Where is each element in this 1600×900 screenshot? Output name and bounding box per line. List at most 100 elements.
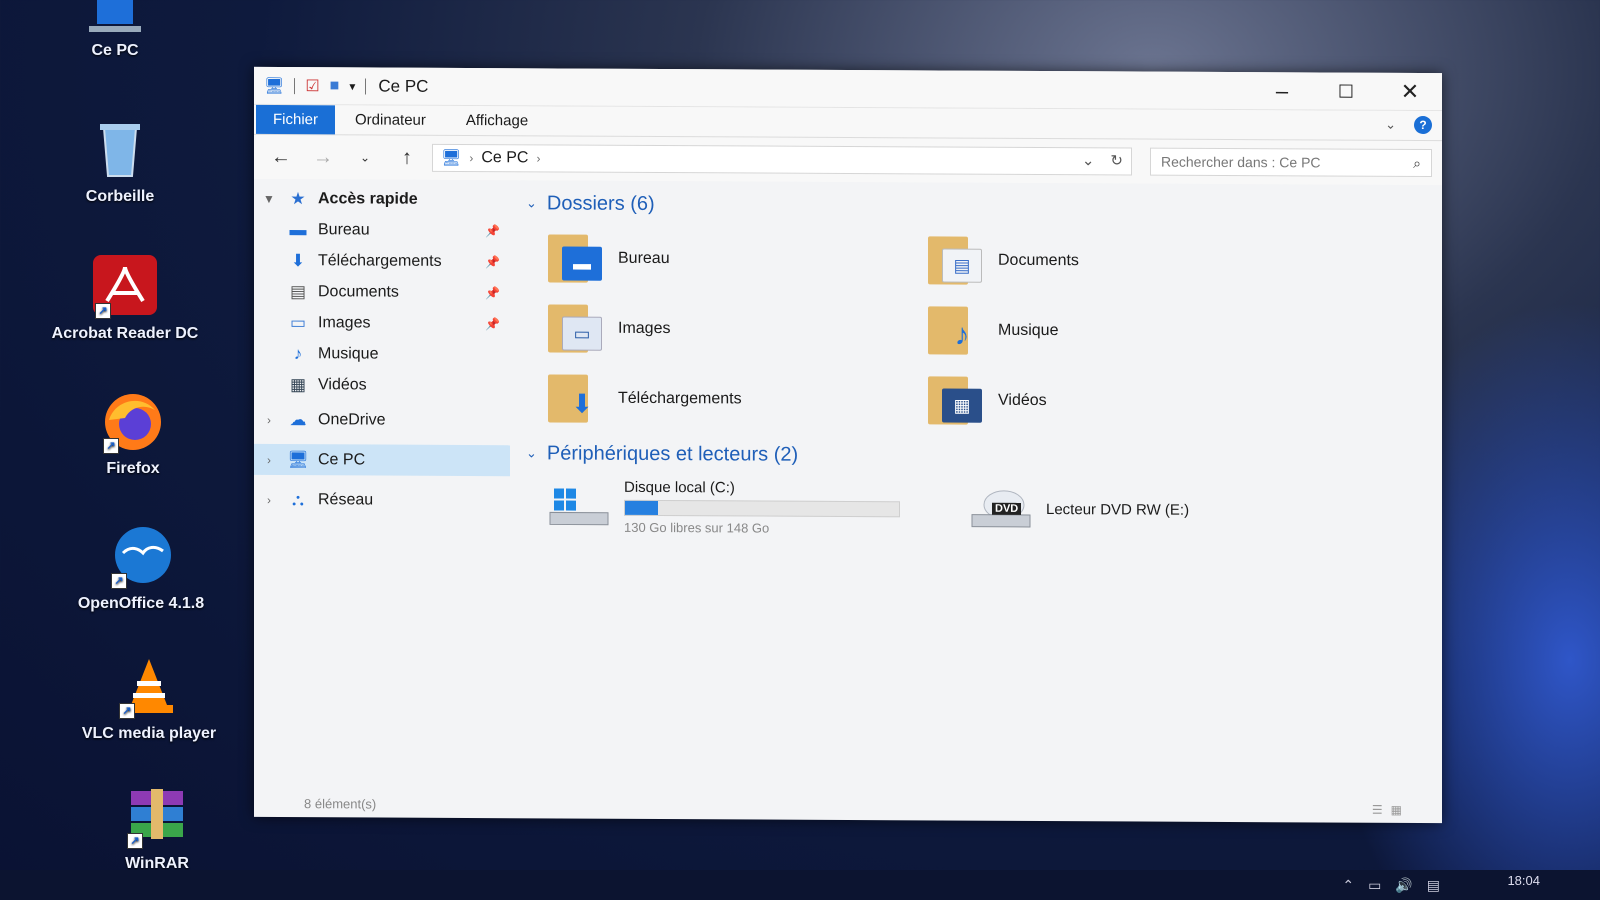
content-area: ▼ ★ Accès rapide ▬ Bureau 📌 ⬇ Télécharge… xyxy=(254,179,1442,783)
sidebar-item-label: Images xyxy=(318,313,371,331)
video-icon: ▦ xyxy=(928,376,984,425)
folder-tile-bureau[interactable]: ▬ Bureau xyxy=(548,230,928,288)
sidebar-item-label: Bureau xyxy=(318,220,370,238)
folder-tile-musique[interactable]: ♪ Musique xyxy=(928,302,1308,360)
clock[interactable]: 18:04 xyxy=(1507,873,1540,888)
ribbon-right: ⌄ ? xyxy=(1385,115,1432,135)
computer-icon: 🖥 xyxy=(287,449,309,469)
folder-tile-telechargements[interactable]: ⬇ Téléchargements xyxy=(548,370,928,428)
separator xyxy=(365,77,367,94)
desktop-icon-winrar[interactable]: ↗ WinRAR xyxy=(82,785,232,873)
drive-tile-e[interactable]: DVD Lecteur DVD RW (E:) xyxy=(970,481,1189,538)
main-pane: ⌄ Dossiers (6) ▬ Bureau ▤ Documents ▭ Im… xyxy=(512,180,1442,783)
refresh-icon[interactable]: ↻ xyxy=(1110,151,1123,169)
folder-tile-videos[interactable]: ▦ Vidéos xyxy=(928,372,1308,430)
group-header-folders[interactable]: ⌄ Dossiers (6) xyxy=(526,186,1442,225)
tile-label: Images xyxy=(618,319,671,338)
sidebar-item-documents[interactable]: ▤ Documents 📌 xyxy=(254,276,512,308)
desktop-icon-corbeille[interactable]: Corbeille xyxy=(45,118,195,206)
recent-locations-button[interactable]: ⌄ xyxy=(348,150,382,164)
chevron-right-icon[interactable]: › xyxy=(254,492,284,506)
tile-label: Vidéos xyxy=(998,391,1047,410)
tiles-view-icon[interactable]: ▦ xyxy=(1391,803,1402,817)
sidebar-item-reseau[interactable]: › ⛬ Réseau xyxy=(254,484,512,516)
drive-label: Lecteur DVD RW (E:) xyxy=(1046,500,1190,519)
folder-tile-documents[interactable]: ▤ Documents xyxy=(928,232,1308,290)
folder-tile-images[interactable]: ▭ Images xyxy=(548,300,928,358)
chevron-up-icon[interactable]: ⌃ xyxy=(1342,877,1354,894)
view-buttons: ☰ ▦ xyxy=(1372,803,1402,817)
desktop-icon-acrobat[interactable]: ↗ Acrobat Reader DC xyxy=(50,255,200,343)
network-icon[interactable]: ▭ xyxy=(1368,877,1381,894)
sidebar-item-bureau[interactable]: ▬ Bureau 📌 xyxy=(254,214,512,246)
sidebar-item-videos[interactable]: ▦ Vidéos xyxy=(254,369,512,401)
expand-ribbon-icon[interactable]: ⌄ xyxy=(1385,117,1396,133)
dvd-drive-icon: DVD xyxy=(970,485,1032,533)
window-controls: – ☐ ✕ xyxy=(1250,72,1442,111)
hard-drive-icon xyxy=(548,482,610,530)
chevron-down-icon[interactable]: ⌄ xyxy=(526,445,537,461)
desktop-icon-firefox[interactable]: ↗ Firefox xyxy=(58,390,208,478)
address-dropdown-icon[interactable]: ⌄ xyxy=(1082,151,1095,169)
sidebar-item-telechargements[interactable]: ⬇ Téléchargements 📌 xyxy=(254,245,512,277)
tab-fichier[interactable]: Fichier xyxy=(256,104,336,135)
sidebar-item-label: Documents xyxy=(318,282,399,301)
title-bar: 🖥 ☑ ■ ▾ Ce PC – ☐ ✕ xyxy=(254,66,1442,112)
sidebar-item-ce-pc[interactable]: › 🖥 Ce PC xyxy=(254,443,510,477)
chevron-right-icon[interactable]: › xyxy=(254,412,284,426)
maximize-button[interactable]: ☐ xyxy=(1314,72,1378,110)
breadcrumb-separator: › xyxy=(536,151,541,166)
address-actions: ⌄ ↻ xyxy=(1082,151,1123,169)
tab-affichage[interactable]: Affichage xyxy=(446,106,548,136)
up-button[interactable]: ↑ xyxy=(390,146,424,169)
new-folder-icon[interactable]: ■ xyxy=(330,77,340,95)
drive-tile-c[interactable]: Disque local (C:) 130 Go libres sur 148 … xyxy=(548,478,900,536)
desktop-icon-openoffice[interactable]: ↗ OpenOffice 4.1.8 xyxy=(66,525,216,613)
download-icon: ⬇ xyxy=(290,250,306,270)
sidebar-item-label: Musique xyxy=(318,344,379,363)
sidebar-item-images[interactable]: ▭ Images 📌 xyxy=(254,307,512,339)
network-icon: ⛬ xyxy=(292,489,304,509)
volume-icon[interactable]: 🔊 xyxy=(1395,877,1412,894)
breadcrumb-ce-pc[interactable]: Ce PC xyxy=(481,149,528,167)
sidebar-item-onedrive[interactable]: › ☁ OneDrive xyxy=(254,404,512,436)
shortcut-arrow-icon: ↗ xyxy=(119,703,135,719)
tile-label: Téléchargements xyxy=(618,389,742,408)
sidebar-item-musique[interactable]: ♪ Musique xyxy=(254,338,512,370)
details-view-icon[interactable]: ☰ xyxy=(1372,803,1383,817)
search-icon[interactable]: ⌕ xyxy=(1413,155,1421,172)
properties-icon[interactable]: ☑ xyxy=(305,76,319,96)
tile-label: Documents xyxy=(998,251,1079,270)
sidebar-item-label: Vidéos xyxy=(318,375,367,393)
desktop-icon-label: Firefox xyxy=(106,460,160,477)
desktop-icon-vlc[interactable]: ↗ VLC media player xyxy=(74,655,224,743)
winrar-icon: ↗ xyxy=(125,785,189,849)
pin-icon: 📌 xyxy=(485,254,500,269)
tab-ordinateur[interactable]: Ordinateur xyxy=(335,105,446,135)
address-bar[interactable]: 🖥 › Ce PC › ⌄ ↻ xyxy=(432,143,1132,176)
sidebar-item-label: Réseau xyxy=(318,490,374,509)
close-button[interactable]: ✕ xyxy=(1378,73,1442,111)
drive-usage-bar xyxy=(624,499,900,518)
search-input[interactable]: Rechercher dans : Ce PC ⌕ xyxy=(1150,147,1432,178)
sidebar-item-label: Téléchargements xyxy=(318,251,442,270)
notifications-icon[interactable]: ▤ xyxy=(1427,877,1440,894)
sidebar-item-quick-access[interactable]: ▼ ★ Accès rapide xyxy=(254,183,512,215)
sidebar-item-label: Accès rapide xyxy=(318,189,418,208)
desktop-icon-ce-pc[interactable]: Ce PC xyxy=(40,0,190,60)
group-header-devices[interactable]: ⌄ Périphériques et lecteurs (2) xyxy=(526,436,1442,475)
music-icon: ♪ xyxy=(293,343,303,363)
back-button[interactable]: ← xyxy=(264,145,298,168)
search-placeholder: Rechercher dans : Ce PC xyxy=(1161,153,1321,171)
breadcrumb-separator: › xyxy=(469,151,474,166)
shortcut-arrow-icon: ↗ xyxy=(127,833,143,849)
forward-button[interactable]: → xyxy=(306,146,340,169)
chevron-right-icon[interactable]: › xyxy=(254,452,284,466)
group-header-label: Dossiers (6) xyxy=(546,191,655,215)
customize-toolbar-icon[interactable]: ▾ xyxy=(349,79,355,93)
minimize-button[interactable]: – xyxy=(1250,72,1314,110)
chevron-down-icon[interactable]: ▼ xyxy=(254,191,284,205)
music-icon: ♪ xyxy=(928,306,984,355)
chevron-down-icon[interactable]: ⌄ xyxy=(526,195,537,211)
help-icon[interactable]: ? xyxy=(1414,115,1432,135)
